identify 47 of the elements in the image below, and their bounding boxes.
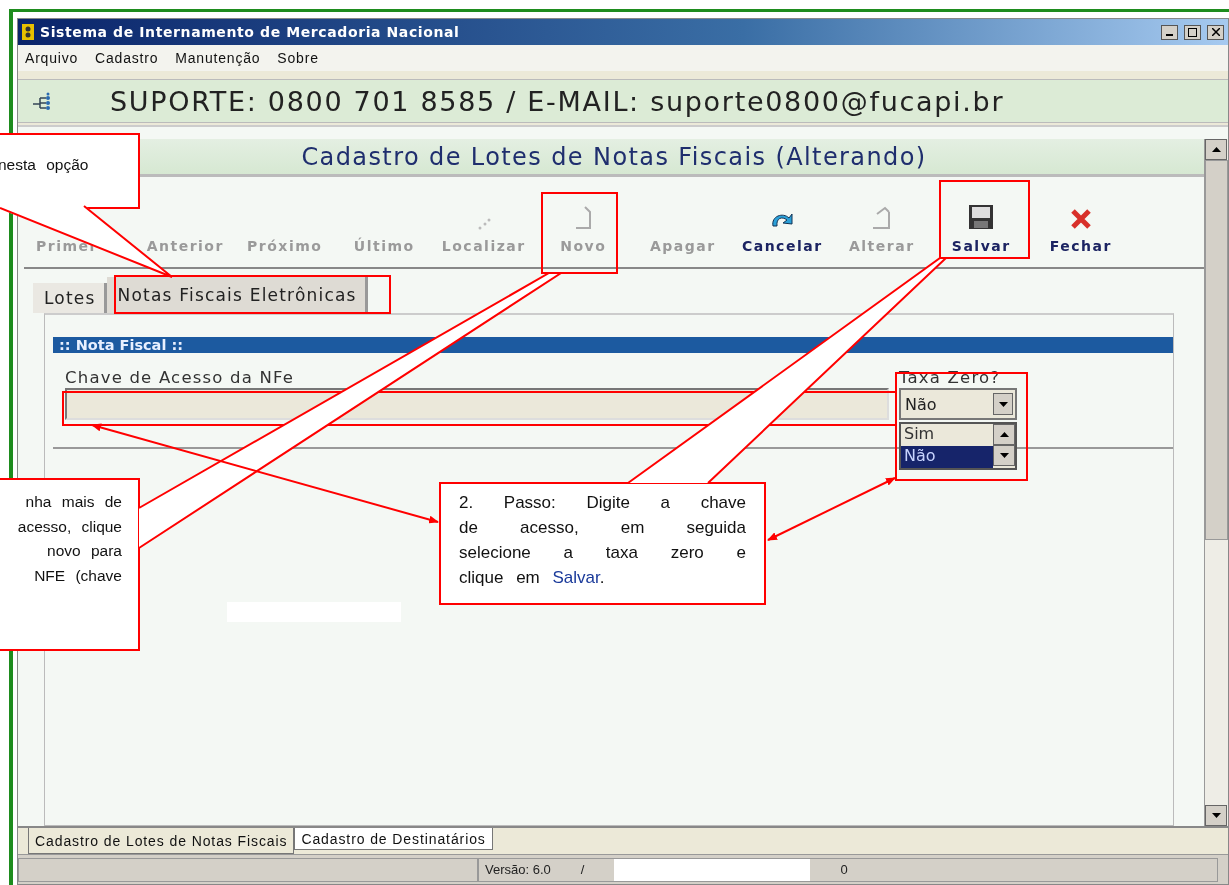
toolbar-button[interactable]: Salvar — [931, 190, 1031, 254]
menu-item[interactable]: Arquivo — [25, 50, 79, 66]
status-text: 0 — [840, 862, 848, 877]
tab[interactable]: Notas Fiscais Eletrônicas — [106, 277, 368, 313]
scroll-down-button[interactable] — [1205, 805, 1227, 826]
maximize-icon — [1188, 27, 1197, 37]
tab[interactable]: Cadastro de Destinatários — [294, 828, 493, 850]
version-text: Versão: 6.0 — [485, 862, 551, 877]
list-option[interactable]: Não — [901, 446, 993, 468]
callout-text: 2. Passo: Digite a chave de acesso, em seguida selecione a taxa zero e clique em Salvar. — [459, 492, 746, 589]
callout-text: novo para — [46, 541, 122, 561]
down-arrow-icon — [1211, 813, 1221, 818]
toolbar-button[interactable]: Fechar — [1031, 190, 1131, 254]
maximize-button[interactable] — [1184, 24, 1201, 40]
down-arrow-icon — [998, 401, 1008, 407]
callout-text: NFE (chave — [33, 565, 122, 586]
scroll-thumb[interactable] — [1205, 160, 1228, 540]
menu-item[interactable]: Manutenção — [175, 50, 261, 66]
close-button[interactable] — [1207, 24, 1224, 40]
menu-item[interactable]: Sobre — [277, 50, 319, 66]
minimize-button[interactable] — [1161, 24, 1178, 40]
close-icon — [1211, 28, 1220, 36]
support-text: SUPORTE: 0800 701 8585 / E-MAIL: suporte0800@fucapi.br — [110, 85, 1005, 117]
form-title: Cadastro de Lotes de Notas Fiscais (Alterando) — [301, 142, 927, 171]
separator-text: / — [580, 862, 585, 877]
tab[interactable]: Cadastro de Lotes de Notas Fiscais — [28, 828, 295, 854]
list-option[interactable]: Sim — [901, 424, 993, 446]
scroll-up-button[interactable] — [1205, 139, 1227, 160]
page-icon — [870, 206, 893, 230]
scroll-down-button[interactable] — [993, 445, 1015, 466]
app-icon — [22, 24, 34, 40]
toolbar-button[interactable]: Cancelar — [732, 190, 832, 254]
callout-text: acesso, clique — [16, 516, 122, 537]
tab[interactable]: Lotes — [33, 283, 107, 313]
down-arrow-icon — [999, 453, 1009, 458]
network-icon — [32, 92, 52, 110]
up-arrow-icon — [999, 432, 1009, 437]
dropdown[interactable]: Não — [899, 388, 1017, 420]
close-icon — [1069, 208, 1092, 230]
page-icon — [574, 206, 593, 230]
menu-item[interactable]: Cadastro — [95, 50, 159, 66]
scroll-up-button[interactable] — [993, 424, 1015, 445]
field-label: Chave de Acesso da NFe — [65, 368, 296, 387]
section-title: :: Nota Fiscal :: — [59, 337, 183, 353]
callout-text: nha mais de — [24, 492, 122, 512]
up-arrow-icon — [1211, 147, 1221, 152]
window-title: Sistema de Internamento de Mercadoria Nacional — [40, 24, 461, 40]
